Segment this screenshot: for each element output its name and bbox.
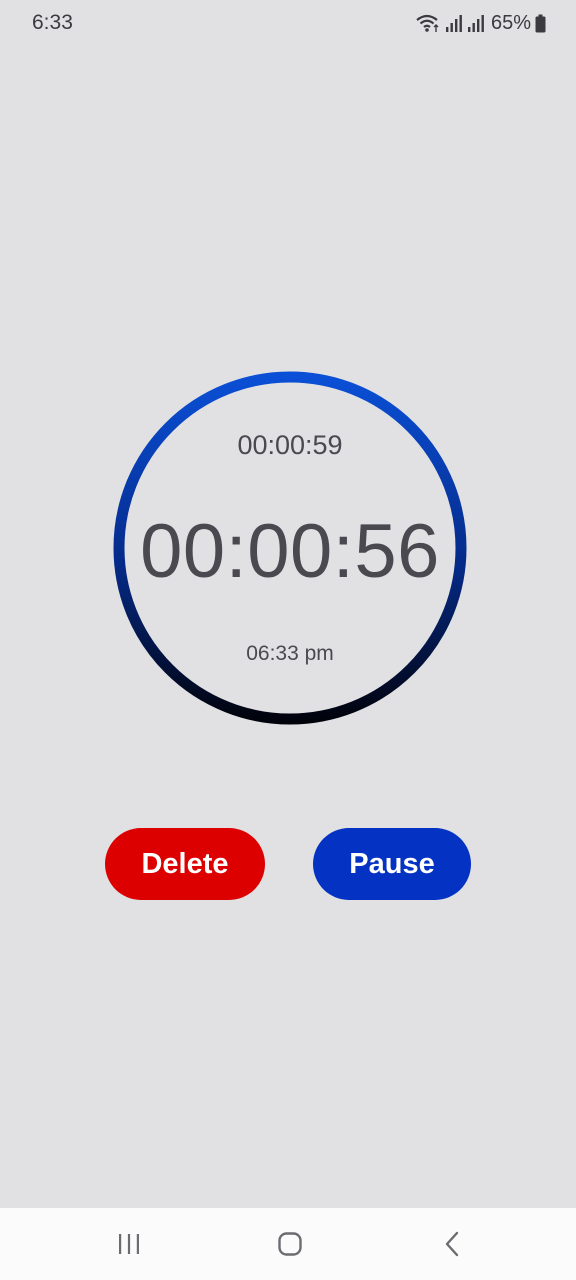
navigation-bar [0, 1208, 576, 1280]
status-bar: 6:33 65% [0, 0, 576, 46]
recents-icon [119, 1234, 139, 1254]
pause-button[interactable]: Pause [313, 828, 471, 900]
remaining-time: 00:00:56 [140, 509, 440, 594]
delete-button[interactable]: Delete [105, 828, 265, 900]
home-button[interactable] [266, 1226, 314, 1262]
end-time: 06:33 pm [246, 642, 334, 665]
battery-percent: 65% [490, 11, 531, 34]
status-time: 6:33 [32, 11, 73, 34]
total-time: 00:00:59 [237, 430, 343, 460]
back-icon [445, 1231, 459, 1257]
status-icons: 65% [415, 11, 546, 35]
home-icon [278, 1232, 302, 1256]
timer-ring: 00:00:59 00:00:56 06:33 pm [112, 370, 468, 726]
recents-button[interactable] [105, 1226, 153, 1262]
signal-icon [467, 15, 484, 32]
battery-icon [535, 14, 546, 32]
signal-icon [445, 15, 462, 32]
back-button[interactable] [428, 1226, 476, 1262]
wifi-icon [416, 14, 439, 32]
